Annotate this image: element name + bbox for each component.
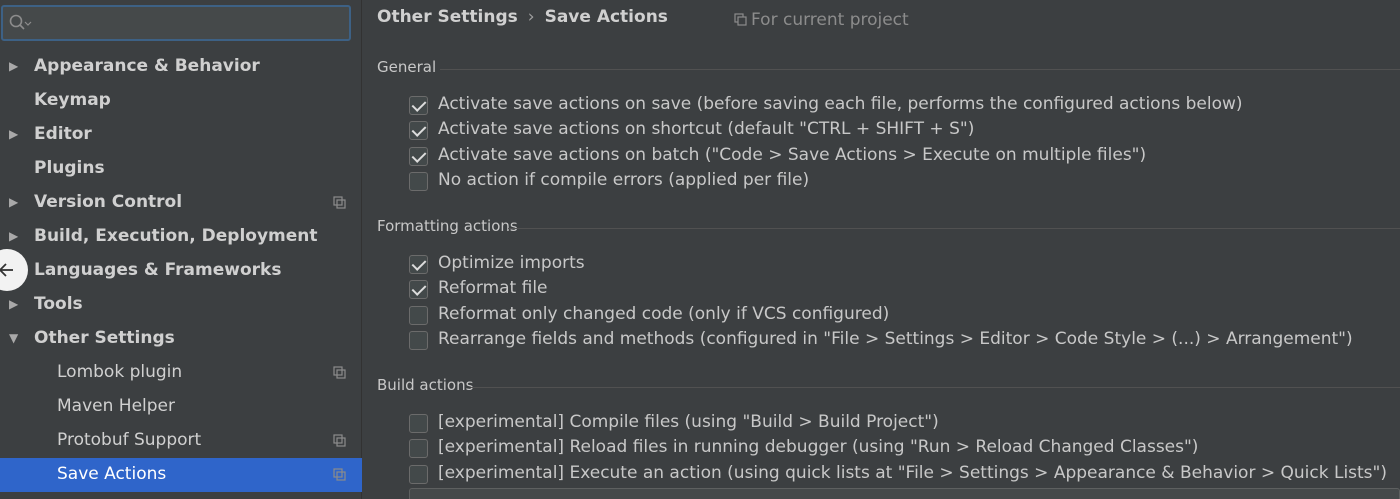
section-divider bbox=[471, 387, 1400, 388]
checkbox-checked[interactable] bbox=[409, 121, 428, 140]
checkbox-checked[interactable] bbox=[409, 147, 428, 166]
project-scope-label: For current project bbox=[751, 10, 909, 30]
option-label: [experimental] Compile files (using "Bui… bbox=[438, 412, 939, 432]
breadcrumb-item-other-settings[interactable]: Other Settings bbox=[377, 7, 518, 27]
project-scope-icon bbox=[734, 13, 747, 26]
sidebar-item-maven-helper[interactable]: Maven Helper bbox=[0, 390, 362, 424]
sidebar-item-label: Version Control bbox=[34, 192, 183, 212]
sidebar-item-label: Maven Helper bbox=[57, 396, 175, 416]
collapse-arrow-icon[interactable]: ▼ bbox=[9, 331, 23, 345]
sidebar-item-languages-frameworks[interactable]: ▶Languages & Frameworks bbox=[0, 254, 362, 288]
sidebar-item-tools[interactable]: ▶ Tools bbox=[0, 288, 362, 322]
checkbox-checked[interactable] bbox=[409, 96, 428, 115]
section-title-build-actions: Build actions bbox=[377, 376, 474, 394]
expand-arrow-icon[interactable]: ▶ bbox=[9, 127, 23, 141]
checkbox-checked[interactable] bbox=[409, 255, 428, 274]
sidebar-item-plugins[interactable]: Plugins bbox=[0, 152, 362, 186]
sidebar-item-label: Lombok plugin bbox=[57, 362, 183, 382]
expand-arrow-icon[interactable]: ▶ bbox=[9, 297, 23, 311]
sidebar-item-label: Other Settings bbox=[34, 328, 175, 348]
sidebar-item-label: Tools bbox=[34, 294, 83, 314]
project-scope-icon bbox=[333, 468, 346, 481]
section-title-formatting-actions: Formatting actions bbox=[377, 217, 518, 235]
sidebar-item-label: Plugins bbox=[34, 158, 105, 178]
checkbox-unchecked[interactable] bbox=[409, 439, 428, 458]
checkbox-unchecked[interactable] bbox=[409, 331, 428, 350]
option-label: Rearrange fields and methods (configured… bbox=[438, 329, 1353, 349]
option-label: Reformat only changed code (only if VCS … bbox=[438, 304, 890, 324]
option-label: Reformat file bbox=[438, 278, 548, 298]
search-icon bbox=[9, 14, 32, 30]
settings-search-input[interactable] bbox=[1, 5, 351, 41]
checkbox-unchecked[interactable] bbox=[409, 465, 428, 484]
section-title-general: General bbox=[377, 58, 437, 76]
sidebar-item-appearance-behavior[interactable]: ▶ Appearance & Behavior bbox=[0, 50, 362, 84]
option-label: Activate save actions on save (before sa… bbox=[438, 94, 1243, 114]
sidebar-item-label: Appearance & Behavior bbox=[34, 56, 260, 76]
back-button[interactable] bbox=[0, 249, 28, 291]
option-label: [experimental] Execute an action (using … bbox=[438, 463, 1387, 483]
option-label: [experimental] Reload files in running d… bbox=[438, 437, 1199, 457]
sidebar-item-build-execution-deployment[interactable]: ▶ Build, Execution, Deployment bbox=[0, 220, 362, 254]
project-scope-icon bbox=[333, 434, 346, 447]
project-scope-indicator: For current project bbox=[734, 10, 909, 30]
expand-arrow-icon[interactable]: ▶ bbox=[9, 229, 23, 243]
sidebar-item-label: Build, Execution, Deployment bbox=[34, 226, 318, 246]
section-divider bbox=[440, 69, 1400, 70]
sidebar-item-label: Editor bbox=[34, 124, 92, 144]
sidebar-item-protobuf-support[interactable]: Protobuf Support bbox=[0, 424, 362, 458]
sidebar-item-lombok-plugin[interactable]: Lombok plugin bbox=[0, 356, 362, 390]
expand-arrow-icon[interactable]: ▶ bbox=[9, 59, 23, 73]
checkbox-checked[interactable] bbox=[409, 280, 428, 299]
sidebar-item-label: Languages & Frameworks bbox=[34, 260, 282, 280]
quick-list-select[interactable] bbox=[409, 488, 1400, 499]
option-label: Optimize imports bbox=[438, 253, 585, 273]
section-divider bbox=[508, 228, 1400, 229]
chevron-down-icon bbox=[24, 21, 32, 26]
option-label: Activate save actions on shortcut (defau… bbox=[438, 119, 975, 139]
sidebar-item-other-settings[interactable]: ▼ Other Settings bbox=[0, 322, 362, 356]
back-arrow-icon bbox=[0, 263, 13, 277]
settings-sidebar: ▶ Appearance & Behavior Keymap ▶ Editor Plugi… bbox=[0, 0, 362, 499]
sidebar-item-label: Save Actions bbox=[57, 464, 167, 484]
option-label: No action if compile errors (applied per… bbox=[438, 170, 810, 190]
sidebar-item-version-control[interactable]: ▶ Version Control bbox=[0, 186, 362, 220]
checkbox-unchecked[interactable] bbox=[409, 306, 428, 325]
sidebar-item-save-actions[interactable]: Save Actions bbox=[0, 458, 362, 492]
sidebar-item-editor[interactable]: ▶ Editor bbox=[0, 118, 362, 152]
breadcrumb: Other Settings › Save Actions bbox=[377, 7, 668, 31]
expand-arrow-icon[interactable]: ▶ bbox=[9, 195, 23, 209]
settings-content-panel: Other Settings › Save Actions For current … bbox=[363, 0, 1400, 499]
project-scope-icon bbox=[333, 366, 346, 379]
breadcrumb-item-save-actions: Save Actions bbox=[544, 7, 668, 27]
sidebar-item-label: Protobuf Support bbox=[57, 430, 202, 450]
project-scope-icon bbox=[333, 196, 346, 209]
checkbox-unchecked[interactable] bbox=[409, 172, 428, 191]
checkbox-unchecked[interactable] bbox=[409, 414, 428, 433]
sidebar-item-keymap[interactable]: Keymap bbox=[0, 84, 362, 118]
sidebar-item-label: Keymap bbox=[34, 90, 111, 110]
option-label: Activate save actions on batch ("Code > … bbox=[438, 145, 1147, 165]
breadcrumb-separator: › bbox=[527, 7, 535, 27]
